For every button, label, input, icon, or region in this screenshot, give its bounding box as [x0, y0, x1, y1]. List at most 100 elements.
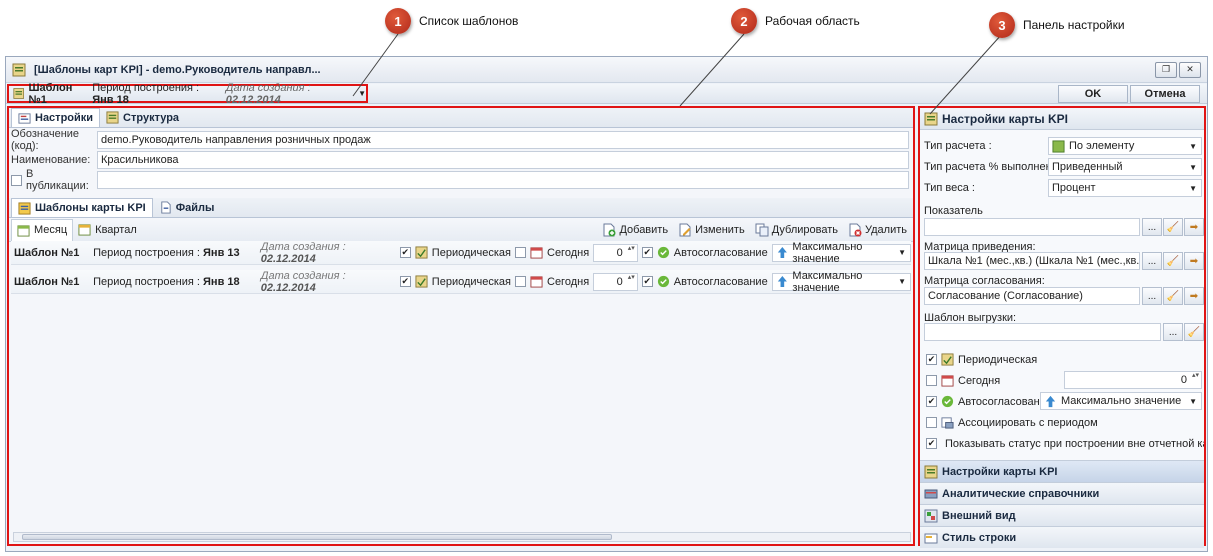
clear-button[interactable]: 🧹 [1184, 323, 1204, 341]
browse-button[interactable]: ... [1163, 323, 1183, 341]
chevron-down-icon[interactable]: ▼ [358, 89, 366, 98]
export-field[interactable] [924, 323, 1161, 341]
clear-button[interactable]: 🧹 [1163, 287, 1183, 305]
settings-icon [924, 465, 938, 478]
indicator-field[interactable] [924, 218, 1140, 236]
code-label: Обозначение (код): [11, 128, 80, 152]
ok-button[interactable]: OK [1058, 85, 1128, 103]
auto-checkbox[interactable]: ✔ [926, 396, 937, 407]
status-checkbox[interactable]: ✔ [926, 438, 937, 449]
mode-select[interactable]: Максимально значение ▼ [771, 270, 911, 294]
tab-settings[interactable]: Настройки [11, 108, 101, 127]
periodic-label: Периодическая [431, 246, 511, 259]
cancel-button[interactable]: Отмена [1130, 85, 1200, 103]
periodic-checkbox[interactable]: ✔ [399, 247, 411, 258]
today-checkbox[interactable] [515, 276, 526, 287]
scrollbar-thumb[interactable] [22, 534, 612, 540]
arrow-icon: ➡ [1189, 290, 1199, 302]
accordion-analytics[interactable]: Аналитические справочники [920, 482, 1204, 504]
tab-kpi-templates[interactable]: Шаблоны карты KPI [11, 198, 153, 217]
duplicate-button[interactable]: Дублировать [751, 220, 842, 240]
weight-value: Процент [1052, 182, 1096, 194]
tab-month-label: Месяц [34, 224, 68, 236]
approval-field[interactable]: Согласование (Согласование) [924, 287, 1140, 305]
go-button[interactable]: ➡ [1184, 252, 1204, 270]
go-button[interactable]: ➡ [1184, 218, 1204, 236]
auto-mode-select[interactable]: Максимально значение ▼ [1040, 392, 1202, 410]
today-stepper[interactable]: 0 [1064, 371, 1202, 389]
table-row[interactable]: Шаблон №1 Период построения : Янв 13 Дат… [11, 241, 911, 265]
auto-label: Автосогласование [673, 275, 768, 288]
row-period: Период построения : Янв 13 [93, 247, 261, 259]
edit-button[interactable]: Изменить [674, 220, 749, 240]
tab-quarter-label: Квартал [95, 223, 137, 236]
close-button[interactable]: ✕ [1179, 61, 1201, 78]
arrow-up-icon [1045, 395, 1056, 407]
matrix-field[interactable]: Шкала №1 (мес.,кв.) (Шкала №1 (мес.,кв.)… [924, 252, 1140, 270]
broom-icon: 🧹 [1166, 221, 1180, 233]
browse-button[interactable]: ... [1142, 287, 1162, 305]
delete-button[interactable]: Удалить [844, 220, 911, 240]
clear-button[interactable]: 🧹 [1163, 218, 1183, 236]
calendar-icon [17, 224, 30, 237]
today-checkbox[interactable] [515, 247, 526, 258]
callout-2: 2 Рабочая область [731, 8, 860, 34]
auto-label: Автосогласование [673, 246, 768, 259]
selector-period-value: Янв 18 [92, 93, 129, 106]
accordion-row-style[interactable]: Стиль строки [920, 526, 1204, 548]
periodic-icon [415, 246, 428, 259]
tab-month[interactable]: Месяц [11, 218, 74, 241]
publish-row: В публикации: [9, 168, 913, 192]
assoc-checkbox[interactable] [926, 417, 937, 428]
tab-files[interactable]: Файлы [153, 198, 221, 217]
browse-button[interactable]: ... [1142, 252, 1162, 270]
templates-toolbar: Месяц Квартал Добавить Изменить Дублиров… [9, 218, 913, 242]
mode-select[interactable]: Максимально значение ▼ [771, 241, 911, 265]
callout-label: Рабочая область [765, 14, 860, 28]
today-stepper[interactable]: 0 [593, 272, 638, 291]
accordion-kpi-settings[interactable]: Настройки карты KPI [920, 460, 1204, 482]
arrow-up-icon [777, 247, 787, 258]
chevron-down-icon: ▼ [1189, 183, 1197, 193]
clear-button[interactable]: 🧹 [1163, 252, 1183, 270]
panel-periodic-option: ✔ Периодическая [926, 353, 1037, 366]
tab-quarter[interactable]: Квартал [73, 219, 142, 241]
horizontal-scrollbar[interactable] [13, 532, 911, 542]
calc-type-select[interactable]: По элементу ▼ [1048, 137, 1202, 155]
auto-checkbox[interactable]: ✔ [641, 276, 653, 287]
calc-pct-select[interactable]: Приведенный ▼ [1048, 158, 1202, 176]
weight-select[interactable]: Процент ▼ [1048, 179, 1202, 197]
go-button[interactable]: ➡ [1184, 287, 1204, 305]
periodic-checkbox[interactable]: ✔ [399, 276, 411, 287]
row-date-label: Дата создания : [260, 240, 346, 253]
code-field[interactable]: demo.Руководитель направления розничных … [97, 131, 909, 149]
table-row[interactable]: Шаблон №1 Период построения : Янв 18 Дат… [11, 270, 911, 294]
edit-label: Изменить [695, 223, 745, 236]
app-window: [Шаблоны карт KPI] - demo.Руководитель н… [5, 56, 1208, 552]
today-stepper[interactable]: 0 [593, 243, 638, 262]
tab-files-label: Файлы [175, 201, 215, 214]
publish-field[interactable] [97, 171, 909, 189]
row-name: Шаблон №1 [14, 246, 80, 259]
publish-checkbox[interactable] [11, 174, 22, 186]
app-icon [12, 63, 26, 76]
callout-3: 3 Панель настройки [989, 12, 1125, 38]
edit-icon [679, 223, 691, 236]
add-button[interactable]: Добавить [598, 220, 672, 240]
accordion-appearance[interactable]: Внешний вид [920, 504, 1204, 526]
restore-button[interactable]: ❐ [1155, 61, 1177, 78]
today-checkbox[interactable] [926, 375, 937, 386]
arrow-up-icon [777, 276, 787, 287]
name-field[interactable]: Красильникова [97, 151, 909, 169]
publish-label-wrap: В публикации: [11, 168, 97, 192]
periodic-checkbox[interactable]: ✔ [926, 354, 937, 365]
work-area: Настройки Структура Обозначение (код): d… [7, 106, 915, 546]
tab-structure[interactable]: Структура [100, 108, 185, 127]
template-selector[interactable]: Шаблон №1 Период построения : Янв 18 Дат… [7, 82, 368, 106]
auto-checkbox[interactable]: ✔ [641, 247, 653, 258]
sub-tabs: Шаблоны карты KPI Файлы [9, 198, 913, 218]
row-date-value: 02.12.2014 [260, 281, 316, 294]
browse-button[interactable]: ... [1142, 218, 1162, 236]
row-period-label: Период построения : [93, 275, 200, 288]
today-label: Сегодня [958, 374, 1001, 387]
